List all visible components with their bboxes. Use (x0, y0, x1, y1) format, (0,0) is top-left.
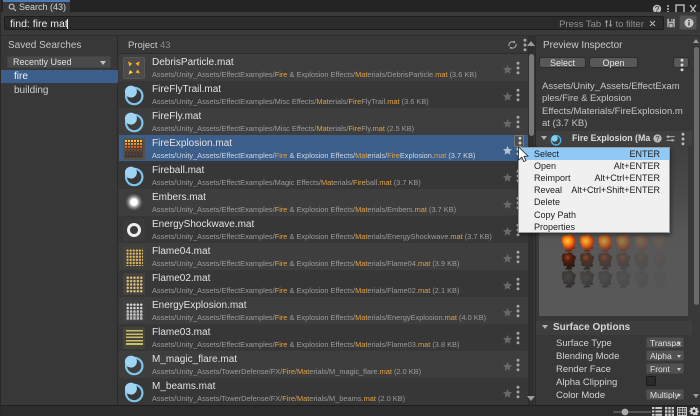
svg-text:?: ? (656, 134, 660, 143)
